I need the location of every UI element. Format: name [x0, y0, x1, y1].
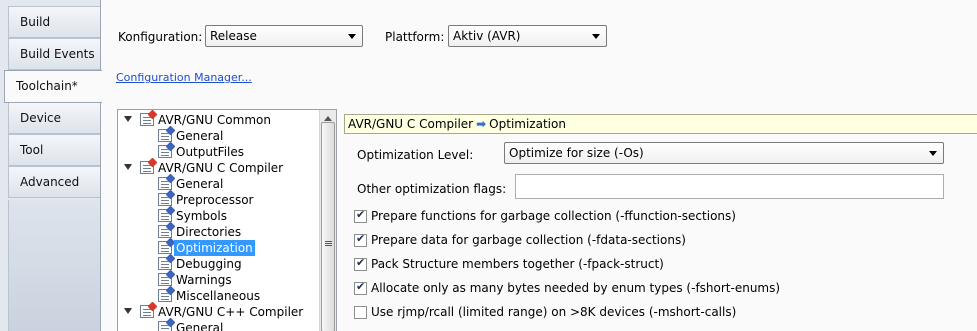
settings-page-icon [140, 305, 154, 318]
settings-page-icon [158, 129, 172, 142]
optimization-level-value: Optimize for size (-Os) [509, 146, 644, 160]
tab-build-label: Build [20, 15, 51, 29]
chevron-down-icon [929, 151, 937, 156]
breadcrumb: AVR/GNU C Compiler ➡ Optimization [344, 114, 977, 134]
checkbox[interactable] [354, 280, 367, 295]
optimization-level-label: Optimization Level: [357, 148, 474, 162]
breadcrumb-current: Optimization [489, 117, 566, 131]
tab-device-label: Device [20, 111, 62, 125]
settings-page-icon [158, 209, 172, 222]
settings-page-icon [158, 321, 172, 331]
checkbox[interactable] [354, 256, 367, 271]
tree-node-label: Directories [176, 225, 242, 239]
tab-device[interactable]: Device [8, 102, 101, 134]
tab-advanced[interactable]: Advanced [8, 166, 101, 198]
tree-node-label: General [176, 177, 224, 191]
settings-page-icon [158, 225, 172, 238]
settings-page-icon [158, 145, 172, 158]
tree-node-label: Miscellaneous [176, 289, 261, 303]
tab-toolchain-label: Toolchain* [16, 79, 78, 93]
tree-scrollbar[interactable] [319, 110, 336, 331]
tree-node-label: AVR/GNU C Compiler [158, 161, 284, 175]
settings-tree: AVR/GNU Common General OutputFiles AVR/G… [117, 109, 337, 331]
configuration-dropdown[interactable]: Release [205, 25, 363, 47]
platform-value: Aktiv (AVR) [453, 29, 521, 43]
other-flags-input[interactable] [515, 174, 944, 199]
settings-page-icon [140, 113, 154, 126]
tab-build-events[interactable]: Build Events [8, 38, 101, 70]
tree-node-label: General [176, 321, 224, 331]
expand-arrow-icon[interactable] [124, 116, 132, 122]
chevron-down-icon [348, 34, 356, 39]
platform-label: Plattform: [385, 30, 445, 44]
configuration-label: Konfiguration: [118, 30, 203, 44]
checkbox-label: Allocate only as many bytes needed by en… [371, 281, 781, 295]
checkbox[interactable] [354, 208, 367, 223]
settings-page-icon [158, 289, 172, 302]
tab-advanced-label: Advanced [20, 175, 80, 189]
settings-page-icon [158, 193, 172, 206]
tab-tool[interactable]: Tool [8, 134, 101, 166]
tree-node-label: AVR/GNU C++ Compiler [158, 305, 304, 319]
platform-dropdown[interactable]: Aktiv (AVR) [448, 25, 607, 47]
settings-page-icon [158, 273, 172, 286]
tree-node-label: General [176, 129, 224, 143]
scroll-up-arrow-icon[interactable] [324, 116, 332, 121]
breadcrumb-parent: AVR/GNU C Compiler [348, 117, 474, 131]
optimization-level-dropdown[interactable]: Optimize for size (-Os) [504, 142, 944, 164]
tree-node-label: Optimization [174, 240, 255, 256]
settings-page-icon [158, 241, 172, 254]
checkbox-label: Prepare functions for garbage collection… [371, 209, 736, 223]
tree-node-label: Debugging [176, 257, 242, 271]
checkbox-label: Prepare data for garbage collection (-fd… [371, 233, 686, 247]
tab-toolchain[interactable]: Toolchain* [4, 70, 102, 103]
tree-node-label: OutputFiles [176, 145, 245, 159]
scrollbar-thumb[interactable] [321, 122, 335, 331]
vertical-tab-strip: Build Build Events Toolchain* Device Too… [0, 0, 102, 331]
tab-build-events-label: Build Events [20, 47, 95, 61]
tree-node-label: AVR/GNU Common [158, 113, 271, 127]
chevron-down-icon [592, 34, 600, 39]
settings-page-icon [158, 257, 172, 270]
expand-arrow-icon[interactable] [124, 308, 132, 314]
tab-strip-background [8, 200, 101, 331]
checkbox[interactable] [354, 306, 367, 319]
tree-node-label: Warnings [176, 273, 232, 287]
grip-icon [325, 241, 332, 242]
checkbox[interactable] [354, 232, 367, 247]
tree-node-label: Preprocessor [176, 193, 254, 207]
checkbox-label: Pack Structure members together (-fpack-… [371, 257, 664, 271]
tab-tool-label: Tool [20, 143, 44, 157]
toolchain-page: Konfiguration: Release Plattform: Aktiv … [100, 0, 977, 331]
arrow-right-icon: ➡ [476, 117, 487, 131]
configuration-manager-link[interactable]: Configuration Manager... [116, 71, 252, 84]
configuration-value: Release [210, 29, 257, 43]
tab-build[interactable]: Build [8, 6, 101, 38]
other-flags-label: Other optimization flags: [357, 182, 507, 196]
tree-node-label: Symbols [176, 209, 227, 223]
settings-page-icon [158, 177, 172, 190]
expand-arrow-icon[interactable] [124, 164, 132, 170]
checkbox-label: Use rjmp/rcall (limited range) on >8K de… [371, 305, 737, 319]
settings-page-icon [140, 161, 154, 174]
